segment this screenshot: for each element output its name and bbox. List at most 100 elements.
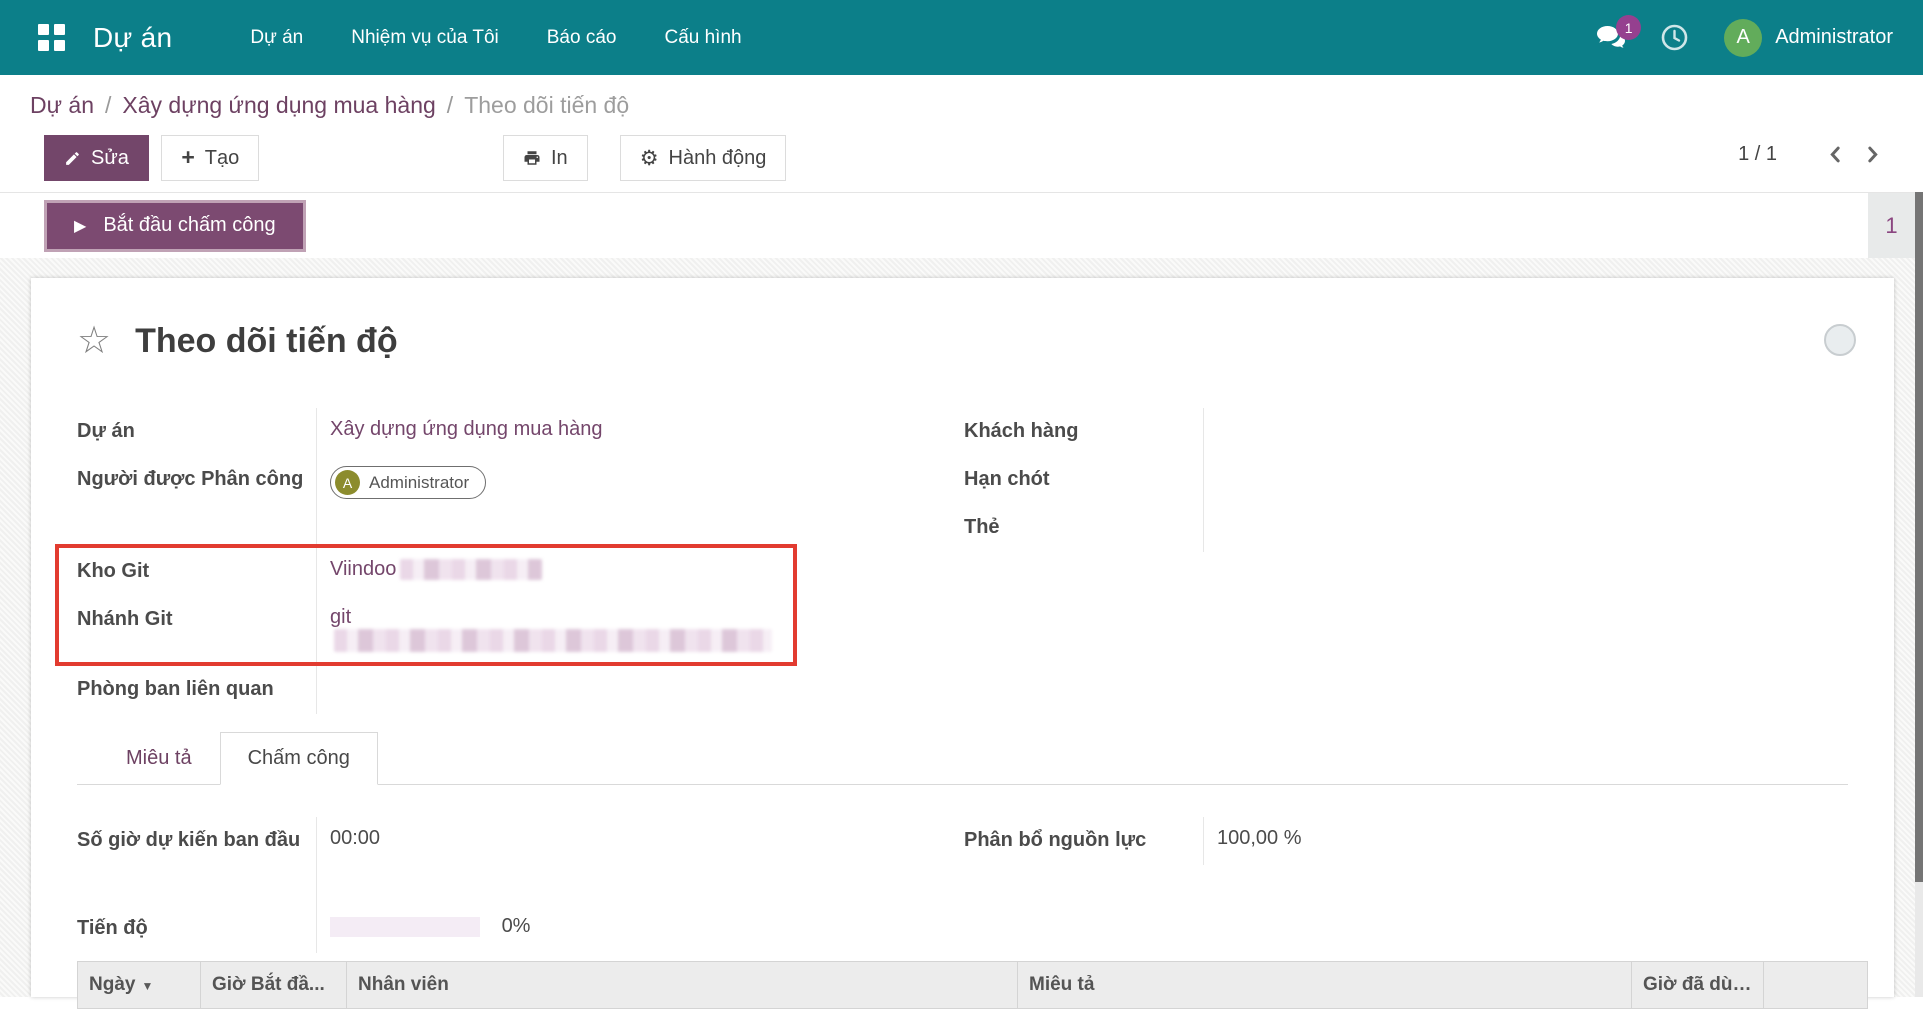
allocation-value: 100,00 % — [1203, 817, 1848, 865]
planned-hours-value: 00:00 — [316, 817, 964, 905]
topbar: Dự án Dự án Nhiệm vụ của Tôi Báo cáo Cấu… — [0, 0, 1923, 75]
print-button[interactable]: In — [503, 135, 588, 181]
form-grid: Dự án Xây dựng ứng dụng mua hàng Người đ… — [77, 408, 1848, 714]
field-value: Xây dựng ứng dụng mua hàng — [316, 408, 964, 456]
start-timesheet-label: Bắt đầu chấm công — [103, 214, 275, 237]
field-row-project: Dự án Xây dựng ứng dụng mua hàng — [77, 408, 964, 456]
action-button-label: Hành động — [669, 147, 767, 170]
menu-item-nhiem-vu[interactable]: Nhiệm vụ của Tôi — [351, 27, 499, 49]
tab-description[interactable]: Miêu tả — [98, 732, 220, 785]
assignee-tag[interactable]: A Administrator — [330, 466, 486, 499]
gear-icon: ⚙ — [640, 148, 659, 169]
app-brand[interactable]: Dự án — [93, 22, 172, 54]
sort-descending-icon: ▼ — [141, 979, 153, 993]
field-value: git — [316, 596, 793, 662]
user-avatar: A — [1724, 19, 1762, 57]
field-label: Người được Phân công — [77, 456, 316, 544]
pager-previous-button[interactable] — [1817, 141, 1854, 168]
printer-icon — [523, 149, 541, 167]
column-header-date[interactable]: Ngày▼ — [78, 962, 201, 1009]
topbar-menu: Dự án Nhiệm vụ của Tôi Báo cáo Cấu hình — [250, 27, 741, 49]
breadcrumb-project[interactable]: Xây dựng ứng dụng mua hàng — [122, 92, 435, 119]
field-row-git-repo: Kho Git Viindoo — [77, 548, 793, 596]
field-row-deadline: Hạn chót — [964, 456, 1848, 504]
messages-icon[interactable]: 1 — [1597, 26, 1625, 49]
field-label: Số giờ dự kiến ban đầu — [77, 817, 316, 905]
field-row-tags: Thẻ — [964, 504, 1848, 552]
progress-bar — [330, 917, 480, 937]
menu-item-cau-hinh[interactable]: Cấu hình — [664, 27, 741, 49]
field-value[interactable] — [1203, 504, 1848, 552]
field-row-department: Phòng ban liên quan — [77, 666, 964, 714]
progress-percent-text: 0% — [502, 915, 531, 937]
field-value: 0% — [316, 905, 964, 953]
column-header-start-time[interactable]: Giờ Bắt đầ... — [201, 962, 347, 1009]
timesheet-count-badge[interactable]: 1 — [1868, 193, 1915, 258]
field-value[interactable] — [1203, 456, 1848, 504]
print-button-label: In — [551, 147, 568, 170]
field-label: Dự án — [77, 408, 316, 456]
field-value[interactable] — [1203, 408, 1848, 456]
pencil-icon — [64, 150, 81, 167]
edit-button-label: Sửa — [91, 147, 129, 170]
field-label: Kho Git — [77, 548, 316, 596]
form-left-column: Dự án Xây dựng ứng dụng mua hàng Người đ… — [77, 408, 964, 714]
messages-badge: 1 — [1616, 15, 1641, 40]
breadcrumb-project-app[interactable]: Dự án — [30, 92, 94, 119]
breadcrumb-separator: / — [447, 92, 453, 119]
activity-clock-icon[interactable] — [1661, 24, 1688, 51]
play-icon: ▶ — [74, 216, 86, 236]
breadcrumb-separator: / — [105, 92, 111, 119]
user-menu[interactable]: A Administrator — [1724, 19, 1893, 57]
red-highlight-box: Kho Git Viindoo Nhánh Git git — [55, 544, 797, 666]
scrollbar-thumb[interactable] — [1915, 192, 1923, 882]
field-label: Khách hàng — [964, 408, 1203, 456]
project-link[interactable]: Xây dựng ứng dụng mua hàng — [330, 418, 603, 440]
timesheet-table-header-row: Ngày▼ Giờ Bắt đầ... Nhân viên Miêu tả Gi… — [78, 962, 1868, 1009]
field-row-customer: Khách hàng — [964, 408, 1848, 456]
favorite-star-icon[interactable]: ☆ — [77, 322, 111, 360]
user-name: Administrator — [1775, 26, 1893, 49]
vertical-scrollbar[interactable] — [1915, 192, 1923, 997]
screen: Dự án Dự án Nhiệm vụ của Tôi Báo cáo Cấu… — [0, 0, 1923, 997]
form-right-column: Khách hàng Hạn chót Thẻ — [964, 408, 1848, 714]
tab-timesheet[interactable]: Chấm công — [220, 732, 378, 785]
start-timesheet-button[interactable]: ▶ Bắt đầu chấm công — [44, 200, 306, 252]
form-sheet: ☆ Theo dõi tiến độ Dự án Xây dựng ứng dụ… — [31, 278, 1894, 997]
menu-item-du-an[interactable]: Dự án — [250, 27, 303, 49]
action-menu-button[interactable]: ⚙ Hành động — [620, 135, 787, 181]
task-title: Theo dõi tiến độ — [135, 322, 398, 361]
git-branch-link[interactable]: git — [330, 606, 351, 628]
field-label: Phòng ban liên quan — [77, 666, 316, 714]
column-header-employee[interactable]: Nhân viên — [347, 962, 1018, 1009]
redacted-git-branch — [334, 629, 772, 652]
column-header-description[interactable]: Miêu tả — [1018, 962, 1632, 1009]
sheet-header: ☆ Theo dõi tiến độ — [77, 318, 1848, 364]
menu-item-bao-cao[interactable]: Báo cáo — [547, 27, 617, 49]
control-panel: Sửa + Tạo In ⚙ Hành động 1 / 1 — [0, 135, 1923, 192]
content-background: ☆ Theo dõi tiến độ Dự án Xây dựng ứng dụ… — [0, 258, 1923, 997]
field-value[interactable] — [316, 666, 964, 714]
redacted-git-repo — [400, 559, 542, 580]
notebook-tabs: Miêu tả Chấm công — [77, 732, 1848, 785]
column-header-hours-spent[interactable]: Giờ đã dùn... — [1632, 962, 1764, 1009]
create-button[interactable]: + Tạo — [161, 135, 259, 181]
assignee-name: Administrator — [369, 473, 469, 493]
git-repo-link[interactable]: Viindoo — [330, 558, 396, 580]
pager: 1 / 1 — [1738, 141, 1891, 168]
pager-value: 1 / 1 — [1738, 143, 1777, 166]
chevron-left-icon — [1827, 145, 1844, 164]
field-label: Phân bổ nguồn lực — [964, 817, 1203, 865]
edit-button[interactable]: Sửa — [44, 135, 149, 181]
pager-next-button[interactable] — [1854, 141, 1891, 168]
field-label: Nhánh Git — [77, 596, 316, 662]
field-value: Viindoo — [316, 548, 793, 596]
breadcrumb: Dự án / Xây dựng ứng dụng mua hàng / The… — [0, 75, 1923, 135]
timesheet-left-column: Số giờ dự kiến ban đầu 00:00 Tiến độ 0% — [77, 817, 964, 953]
breadcrumb-current: Theo dõi tiến độ — [464, 92, 629, 119]
create-button-label: Tạo — [205, 147, 239, 170]
timesheet-right-column: Phân bổ nguồn lực 100,00 % — [964, 817, 1848, 953]
apps-menu-icon[interactable] — [38, 24, 65, 51]
topbar-right: 1 A Administrator — [1597, 19, 1893, 57]
field-value: A Administrator — [316, 456, 964, 544]
